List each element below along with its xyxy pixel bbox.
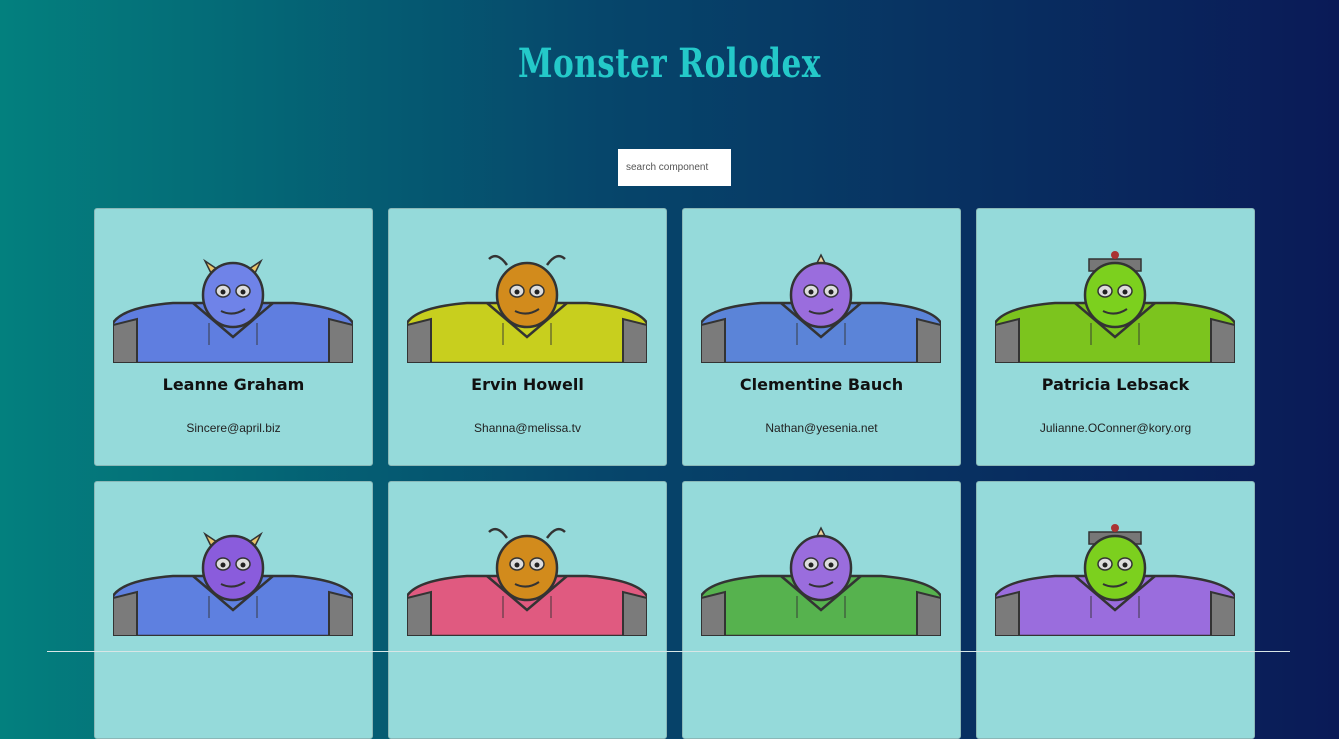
orange-antenna-monster-icon xyxy=(407,527,647,636)
monster-card[interactable]: Ervin Howell Shanna@melissa.tv xyxy=(388,208,667,466)
green-robot-monster-icon xyxy=(995,251,1235,363)
page-title: Monster Rolodex xyxy=(518,40,821,87)
search-input[interactable] xyxy=(618,149,731,186)
divider xyxy=(47,651,1290,652)
monster-name: Ervin Howell xyxy=(471,375,584,394)
monster-card[interactable]: Leanne Graham Sincere@april.biz xyxy=(94,208,373,466)
monster-email: Julianne.OConner@kory.org xyxy=(1039,421,1192,435)
monster-card[interactable] xyxy=(682,481,961,739)
monster-name: Patricia Lebsack xyxy=(1041,375,1190,394)
card-list: Leanne Graham Sincere@april.biz Ervin How… xyxy=(94,208,1256,739)
monster-email: Sincere@april.biz xyxy=(186,421,281,435)
monster-card[interactable] xyxy=(94,481,373,739)
monster-email: Shanna@melissa.tv xyxy=(474,421,581,435)
orange-spiky-monster-icon xyxy=(407,254,647,363)
monster-email: Nathan@yesenia.net xyxy=(765,421,878,435)
purple-cyclops-monster-icon xyxy=(701,253,941,363)
purple-robot-monster-icon xyxy=(113,531,353,636)
blue-horned-monster-icon xyxy=(113,258,353,363)
monster-card[interactable] xyxy=(388,481,667,739)
purple-horned-monster-icon xyxy=(701,526,941,636)
green-robot-monster-icon xyxy=(995,524,1235,636)
monster-name: Leanne Graham xyxy=(162,375,305,394)
monster-name: Clementine Bauch xyxy=(739,375,904,394)
monster-card[interactable]: Clementine Bauch Nathan@yesenia.net xyxy=(682,208,961,466)
monster-card[interactable]: Patricia Lebsack Julianne.OConner@kory.or… xyxy=(976,208,1255,466)
monster-card[interactable] xyxy=(976,481,1255,739)
